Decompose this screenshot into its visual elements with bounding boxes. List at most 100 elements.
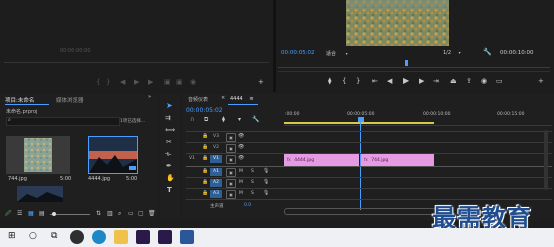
- davinci-app-icon[interactable]: [70, 230, 84, 244]
- step-forward-icon[interactable]: ▶: [419, 78, 424, 85]
- snap-icon[interactable]: ∩: [190, 117, 194, 123]
- marker-icon[interactable]: ⧫: [328, 78, 331, 85]
- lock-icon[interactable]: 🖉: [5, 211, 11, 217]
- premiere-pro-icon[interactable]: [136, 230, 150, 244]
- track-select-tool-icon[interactable]: ⇉: [165, 115, 171, 122]
- new-item-icon[interactable]: ▢: [138, 211, 144, 217]
- lock-icon[interactable]: 🔒: [202, 134, 208, 139]
- razor-tool-icon[interactable]: ✂: [166, 139, 172, 146]
- tab-media-browser[interactable]: 媒体浏览器: [56, 96, 84, 104]
- solo-button[interactable]: S: [251, 191, 254, 196]
- mark-out-icon[interactable]: }: [356, 78, 360, 85]
- mute-button[interactable]: M: [239, 180, 243, 185]
- thumb-size-slider[interactable]: [50, 214, 90, 215]
- program-timecode[interactable]: 00:00:05:02: [281, 50, 315, 56]
- type-tool-icon[interactable]: T: [167, 187, 172, 194]
- tab-audio-meters[interactable]: 音频仪表: [188, 96, 208, 103]
- lock-icon[interactable]: 🔒: [202, 180, 208, 185]
- sync-lock-icon[interactable]: ▣: [226, 133, 236, 142]
- automate-sequence-icon[interactable]: ▥: [107, 211, 113, 217]
- tab-project[interactable]: 项目:未命名: [5, 96, 34, 104]
- microphone-icon[interactable]: 🎙: [263, 191, 269, 196]
- lift-icon[interactable]: ⏏: [450, 78, 457, 85]
- lock-icon[interactable]: 🔒: [202, 169, 208, 174]
- go-to-in-icon[interactable]: ⇤: [372, 78, 378, 85]
- track-label-a2[interactable]: A2: [210, 179, 222, 187]
- new-bin-icon[interactable]: ▭: [128, 211, 134, 217]
- eye-icon[interactable]: 👁: [238, 134, 244, 139]
- sync-lock-icon[interactable]: ▣: [226, 155, 236, 164]
- program-playhead-marker[interactable]: [405, 60, 408, 66]
- sync-lock-icon[interactable]: ▣: [226, 168, 236, 177]
- source-step-forward-icon[interactable]: ▶: [148, 79, 153, 86]
- source-mark-in-icon[interactable]: {: [96, 79, 100, 86]
- timeline-clip[interactable]: fx 744.jpg: [361, 154, 434, 166]
- timeline-vertical-scrollbar[interactable]: [544, 130, 548, 190]
- timeline-clip[interactable]: fx 4444.jpg: [284, 154, 359, 166]
- clear-icon[interactable]: 🗑: [148, 211, 156, 217]
- go-to-out-icon[interactable]: ⇥: [433, 78, 439, 85]
- file-explorer-icon[interactable]: [114, 230, 128, 244]
- program-fit-select[interactable]: 适合 ▾: [326, 50, 348, 57]
- linked-selection-icon[interactable]: ⧉: [204, 117, 208, 123]
- extract-icon[interactable]: ⇪: [466, 78, 472, 85]
- sync-lock-icon[interactable]: ▣: [226, 144, 236, 153]
- source-play-icon[interactable]: ▶: [134, 79, 139, 86]
- solo-button[interactable]: S: [251, 180, 254, 185]
- freeform-view-icon[interactable]: ▤: [39, 211, 45, 217]
- comparison-view-icon[interactable]: ▭: [496, 78, 503, 85]
- timeline-horizontal-scrollbar[interactable]: [284, 208, 436, 215]
- wrench-icon[interactable]: 🔧: [483, 49, 492, 56]
- step-back-icon[interactable]: ◀: [387, 78, 392, 85]
- track-label-v1[interactable]: V1: [210, 155, 222, 163]
- work-area-bar[interactable]: [284, 122, 434, 124]
- track-label-a3[interactable]: A3: [210, 190, 222, 198]
- sort-icon[interactable]: ⇅: [96, 211, 101, 217]
- icon-view-icon[interactable]: ▦: [28, 211, 34, 217]
- sync-lock-icon[interactable]: ▣: [226, 190, 236, 199]
- timeline-timecode[interactable]: 00:00:05:02: [186, 107, 223, 114]
- source-export-frame-icon[interactable]: ◉: [190, 79, 196, 86]
- search-icon[interactable]: ○: [29, 232, 37, 241]
- sequence-tab[interactable]: 4444 ≡: [230, 96, 254, 102]
- timeline-settings-icon[interactable]: ▾: [238, 117, 241, 123]
- wrench-icon[interactable]: 🔧: [252, 117, 259, 123]
- project-search-input[interactable]: [6, 117, 120, 126]
- playhead-head[interactable]: [358, 117, 364, 122]
- word-icon[interactable]: [180, 230, 194, 244]
- add-button-icon[interactable]: +: [538, 78, 544, 85]
- eye-icon[interactable]: 👁: [238, 145, 244, 150]
- lock-icon[interactable]: 🔒: [202, 145, 208, 150]
- edge-browser-icon[interactable]: [92, 230, 106, 244]
- source-mark-out-icon[interactable]: }: [106, 79, 110, 86]
- task-view-icon[interactable]: ⧉: [51, 232, 57, 241]
- program-ratio-select[interactable]: 1/2 ▾: [443, 50, 461, 56]
- premiere-pro-icon[interactable]: [158, 230, 172, 244]
- source-add-icon[interactable]: +: [258, 79, 264, 86]
- close-icon[interactable]: ×: [221, 96, 225, 101]
- microphone-icon[interactable]: 🎙: [263, 180, 269, 185]
- source-step-back-icon[interactable]: ◀: [120, 79, 125, 86]
- thumb-size-slider-handle[interactable]: [52, 212, 56, 216]
- sync-lock-icon[interactable]: ▣: [226, 179, 236, 188]
- play-icon[interactable]: ▶: [403, 77, 409, 85]
- source-overwrite-icon[interactable]: ▣: [176, 79, 183, 86]
- mark-in-icon[interactable]: {: [342, 78, 346, 85]
- hand-tool-icon[interactable]: ✋: [166, 175, 175, 182]
- mute-button[interactable]: M: [239, 191, 243, 196]
- ripple-edit-tool-icon[interactable]: ⟺: [165, 127, 175, 134]
- lock-icon[interactable]: 🔒: [202, 156, 208, 161]
- source-insert-icon[interactable]: ▣: [164, 79, 171, 86]
- add-marker-icon[interactable]: ⧫: [222, 117, 225, 123]
- mute-button[interactable]: M: [239, 169, 243, 174]
- project-item-thumb[interactable]: [17, 186, 63, 202]
- selection-tool-icon[interactable]: ➤: [166, 102, 173, 110]
- lock-icon[interactable]: 🔒: [202, 191, 208, 196]
- slip-tool-icon[interactable]: ⟛: [165, 151, 171, 158]
- solo-button[interactable]: S: [251, 169, 254, 174]
- windows-start-icon[interactable]: ⊞: [8, 232, 16, 241]
- pen-tool-icon[interactable]: ✒: [166, 163, 172, 170]
- microphone-icon[interactable]: 🎙: [263, 169, 269, 174]
- master-volume-value[interactable]: 0.0: [244, 203, 251, 208]
- eye-icon[interactable]: 👁: [238, 156, 244, 161]
